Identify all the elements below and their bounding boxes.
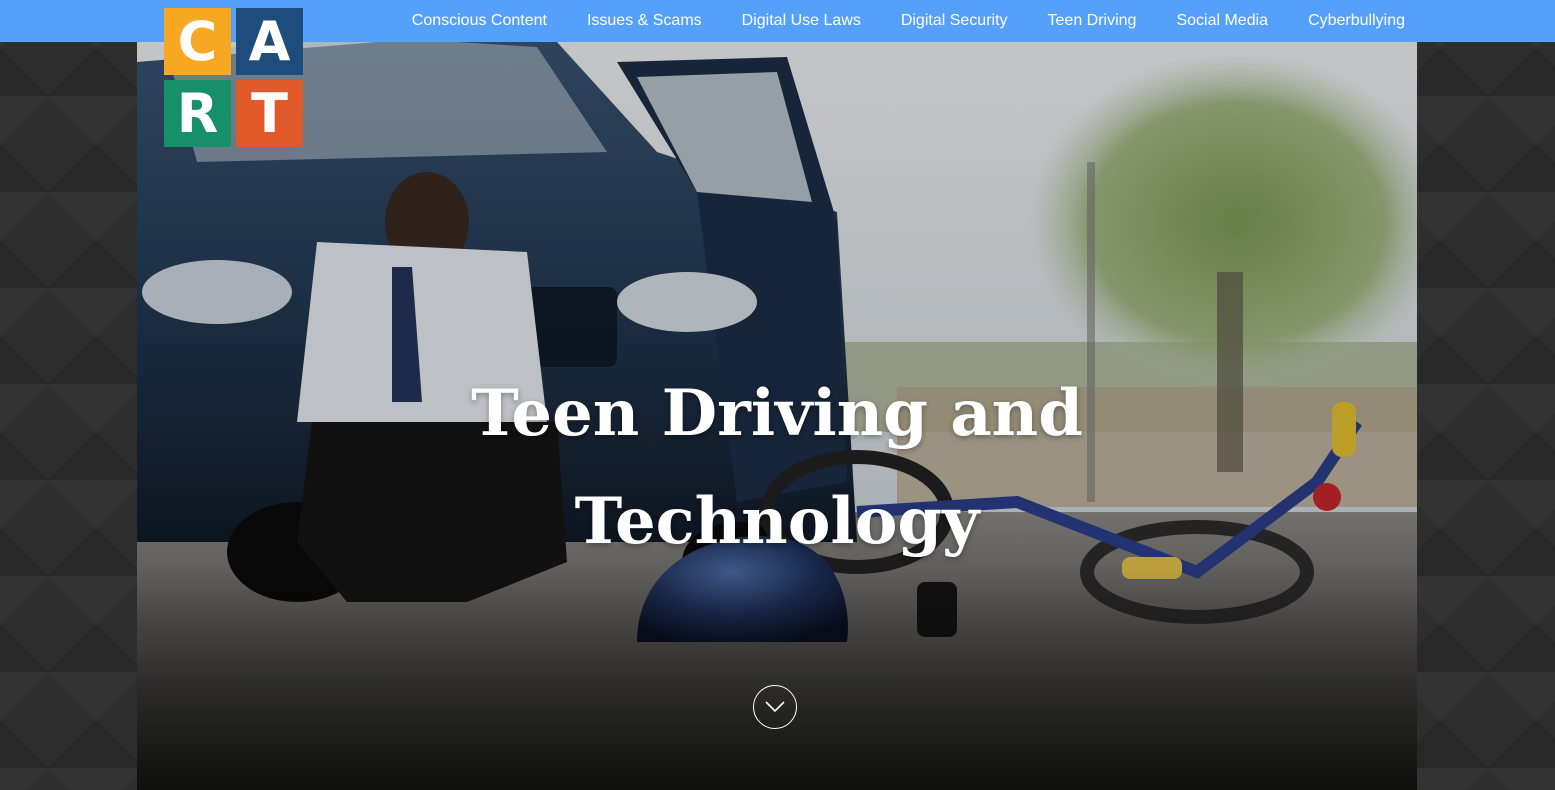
nav-item-social-media: Social Media xyxy=(1156,0,1288,42)
hero-title-line-2: Technology xyxy=(574,484,980,559)
main-nav: Conscious Content Issues & Scams Digital… xyxy=(392,0,1405,42)
logo-tile-r: R xyxy=(164,80,231,147)
scroll-down-button[interactable] xyxy=(753,685,797,729)
chevron-down-icon xyxy=(765,701,785,713)
nav-link-issues-scams[interactable]: Issues & Scams xyxy=(567,0,722,42)
logo-tile-t: T xyxy=(236,80,303,147)
hero-title: Teen Driving and Technology xyxy=(137,360,1417,576)
nav-link-cyberbullying[interactable]: Cyberbullying xyxy=(1288,0,1405,42)
nav-link-teen-driving[interactable]: Teen Driving xyxy=(1028,0,1157,42)
nav-item-issues-scams: Issues & Scams xyxy=(567,0,722,42)
nav-item-conscious-content: Conscious Content xyxy=(392,0,567,42)
nav-item-teen-driving: Teen Driving xyxy=(1028,0,1157,42)
nav-item-digital-use-laws: Digital Use Laws xyxy=(722,0,881,42)
nav-link-conscious-content[interactable]: Conscious Content xyxy=(392,0,567,42)
nav-link-social-media[interactable]: Social Media xyxy=(1156,0,1288,42)
nav-link-digital-use-laws[interactable]: Digital Use Laws xyxy=(722,0,881,42)
nav-item-cyberbullying: Cyberbullying xyxy=(1288,0,1405,42)
nav-item-digital-security: Digital Security xyxy=(881,0,1028,42)
hero-title-line-1: Teen Driving and xyxy=(471,376,1083,451)
logo-tile-c: C xyxy=(164,8,231,75)
hero-section: Teen Driving and Technology xyxy=(137,42,1417,790)
nav-link-digital-security[interactable]: Digital Security xyxy=(881,0,1028,42)
cart-logo[interactable]: C A R T xyxy=(164,8,303,147)
logo-tile-a: A xyxy=(236,8,303,75)
